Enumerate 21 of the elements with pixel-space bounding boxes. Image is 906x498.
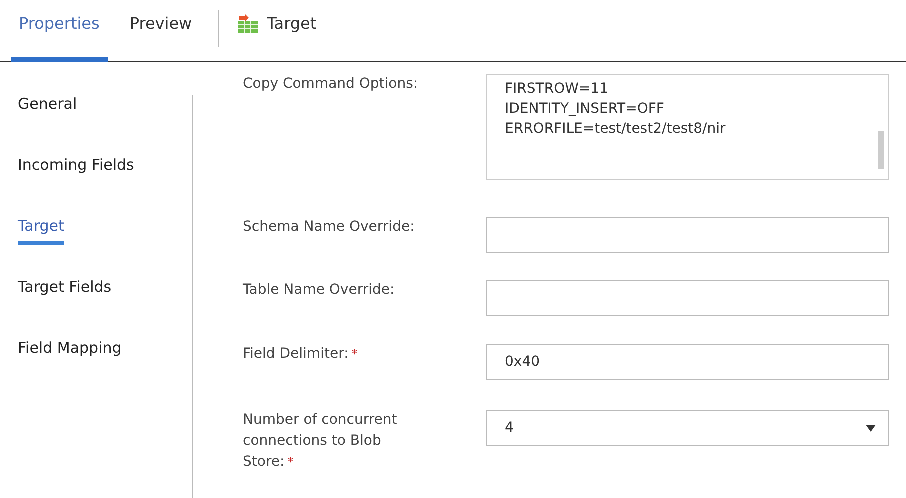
field-label: Schema Name Override: bbox=[243, 218, 416, 237]
field-label: Field Delimiter: * bbox=[243, 345, 359, 364]
object-label: Target bbox=[267, 14, 317, 33]
input-field[interactable]: 0x40 bbox=[486, 344, 889, 380]
scrollbar-thumb[interactable] bbox=[878, 131, 884, 169]
tab[interactable]: Preview bbox=[122, 0, 200, 62]
sidebar-item[interactable]: Target bbox=[18, 217, 64, 245]
sidebar-item[interactable]: Field Mapping bbox=[18, 339, 122, 367]
field-label: Table Name Override: bbox=[243, 281, 396, 300]
sidebar-item[interactable]: General bbox=[18, 95, 78, 123]
text-area[interactable]: FIRSTROW=11 IDENTITY_INSERT=OFF ERRORFILE=test/test2/test8/nir bbox=[486, 74, 889, 180]
tab[interactable]: Properties bbox=[11, 0, 108, 62]
sidebar-item[interactable]: Target Fields bbox=[18, 278, 112, 306]
field-label: Copy Command Options: bbox=[243, 75, 420, 94]
caret-icon bbox=[866, 424, 876, 432]
sidebar-item[interactable]: Incoming Fields bbox=[18, 156, 134, 184]
field-label: Number of concurrent connections to Blob Store: * bbox=[243, 411, 398, 472]
dropdown[interactable]: 4 bbox=[486, 410, 889, 446]
input-field[interactable] bbox=[486, 280, 889, 316]
input-field[interactable] bbox=[486, 217, 889, 253]
table-icon bbox=[237, 14, 260, 34]
